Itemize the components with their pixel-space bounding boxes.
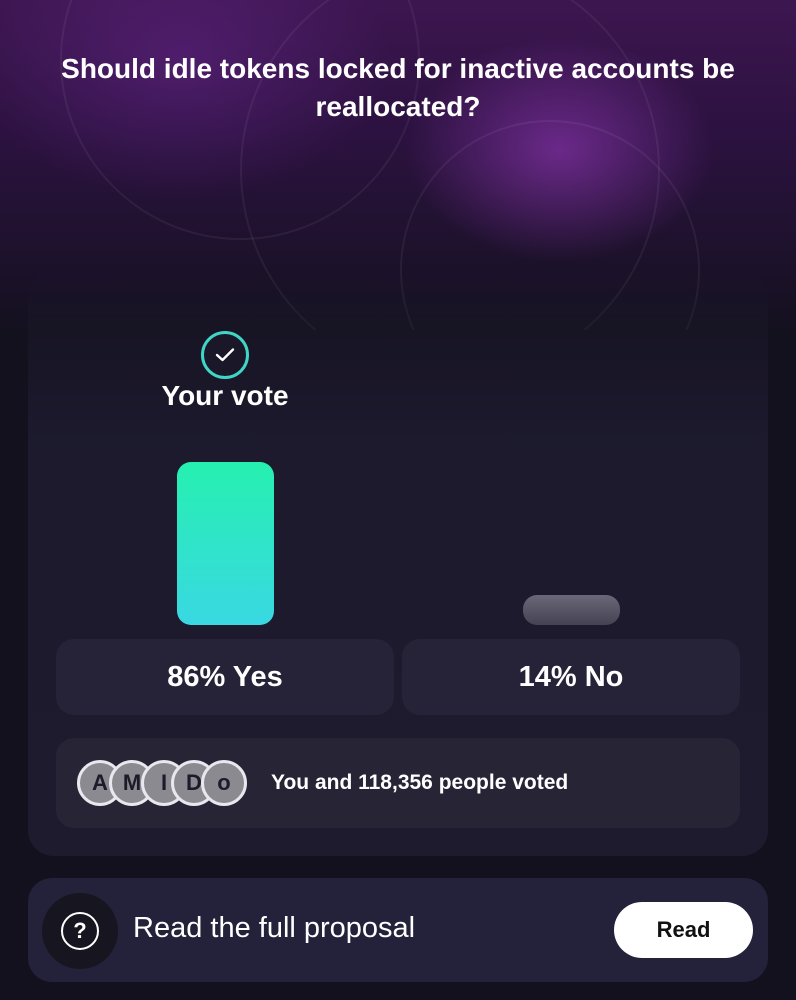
yes-result-bar xyxy=(177,462,274,625)
proposal-text: Read the full proposal xyxy=(133,912,416,944)
yes-option[interactable]: 86% Yes xyxy=(56,639,394,715)
question-icon: ? xyxy=(61,912,99,950)
no-option[interactable]: 14% No xyxy=(402,639,740,715)
voters-count-text: You and 118,356 people voted xyxy=(271,771,569,794)
avatar: o xyxy=(201,760,247,806)
help-button[interactable]: ? xyxy=(42,893,118,969)
yes-option-label: 86% Yes xyxy=(167,660,283,693)
no-result-bar xyxy=(523,595,620,625)
read-button[interactable]: Read xyxy=(614,902,753,958)
poll-question: Should idle tokens locked for inactive a… xyxy=(61,53,735,122)
check-icon xyxy=(201,331,249,379)
your-vote-label: Your vote xyxy=(161,380,289,411)
no-option-label: 14% No xyxy=(518,660,624,693)
